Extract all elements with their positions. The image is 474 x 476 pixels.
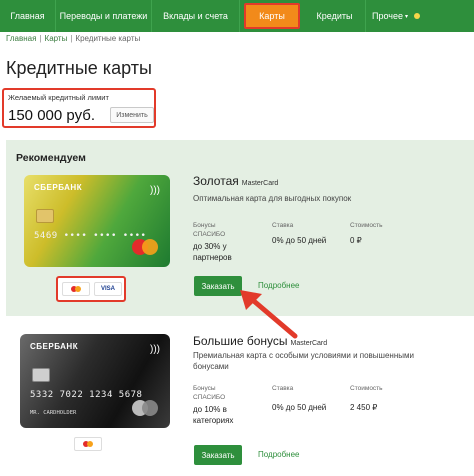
breadcrumb: Главная | Карты | Кредитные карты (6, 34, 140, 43)
cost-value: 0 ₽ (350, 236, 362, 245)
rate-value: 0% до 50 дней (272, 236, 327, 245)
card-number: 5332 7022 1234 5678 (30, 390, 143, 400)
breadcrumb-separator: | (39, 34, 42, 43)
nav-item-cards[interactable]: Карты (244, 3, 300, 29)
nav-item-transfers[interactable]: Переводы и платежи (56, 0, 152, 32)
chip-icon (36, 209, 54, 223)
rate-value: 0% до 50 дней (272, 403, 327, 412)
page: Главная Переводы и платежи Вклады и счет… (0, 0, 474, 476)
card-title[interactable]: Большие бонусы MasterCard (193, 334, 327, 348)
cost-label: Стоимость (350, 385, 383, 392)
card-holder: MR. CARDHOLDER (30, 410, 77, 416)
black-card-image[interactable]: СБЕРБАНК ))) 5332 7022 1234 5678 MR. CAR… (20, 334, 170, 428)
top-nav: Главная Переводы и платежи Вклады и счет… (0, 0, 474, 32)
visa-badge: VISA (94, 282, 122, 296)
nav-label: Карты (259, 11, 285, 21)
cost-label: Стоимость (350, 222, 383, 229)
card-description: Премиальная карта с особыми условиями и … (193, 351, 414, 371)
nav-item-more[interactable]: Прочее ▾ (366, 0, 426, 32)
bonus-value: до 10% в категориях (193, 405, 234, 425)
nav-label: Переводы и платежи (59, 11, 148, 21)
change-limit-button[interactable]: Изменить (110, 107, 154, 123)
mastercard-badge-icon (74, 437, 102, 451)
recommended-title: Рекомендуем (16, 152, 86, 164)
card-name: Большие бонусы (193, 334, 288, 348)
card-bank-logo: СБЕРБАНК (34, 183, 83, 192)
nav-label: Главная (10, 11, 45, 21)
page-title: Кредитные карты (6, 58, 152, 78)
mastercard-logo-icon (132, 400, 158, 416)
breadcrumb-cards[interactable]: Карты (45, 34, 68, 43)
card-name: Золотая (193, 174, 239, 188)
card-brand: MasterCard (290, 340, 328, 347)
mastercard-logo-icon (132, 239, 158, 255)
nav-label: Прочее (372, 11, 403, 21)
order-button[interactable]: Заказать (194, 276, 242, 296)
breadcrumb-current: Кредитные карты (75, 34, 141, 43)
breadcrumb-separator: | (70, 34, 73, 43)
nav-item-home[interactable]: Главная (0, 0, 56, 32)
bonus-value: до 30% у партнеров (193, 242, 232, 262)
breadcrumb-home[interactable]: Главная (6, 34, 36, 43)
chevron-down-icon: ▾ (404, 13, 408, 20)
mastercard-badge-icon (62, 282, 90, 296)
credit-limit-value: 150 000 руб. (8, 107, 95, 124)
nav-label: Кредиты (316, 11, 353, 21)
card-brand: MasterCard (241, 180, 279, 187)
arrow-pointer-icon (240, 290, 298, 339)
rate-label: Ставка (272, 222, 294, 229)
card-description: Оптимальная карта для выгодных покупок (193, 194, 352, 203)
cost-value: 2 450 ₽ (350, 403, 378, 412)
bonus-label: Бонусы СПАСИБО (193, 222, 226, 238)
payment-badges-box: VISA (56, 276, 126, 302)
rate-label: Ставка (272, 385, 294, 392)
nav-item-credits[interactable]: Кредиты (304, 0, 366, 32)
more-link[interactable]: Подробнее (258, 450, 300, 459)
contactless-icon: ))) (150, 344, 160, 355)
nav-label: Вклады и счета (163, 11, 228, 21)
nav-item-deposits[interactable]: Вклады и счета (152, 0, 240, 32)
chip-icon (32, 368, 50, 382)
order-button[interactable]: Заказать (194, 445, 242, 465)
card-number: 5469 •••• •••• •••• (34, 231, 147, 241)
card-title[interactable]: Золотая MasterCard (193, 174, 278, 188)
more-link[interactable]: Подробнее (258, 281, 300, 290)
contactless-icon: ))) (150, 185, 160, 196)
bonus-label: Бонусы СПАСИБО (193, 385, 226, 401)
gold-card-image[interactable]: СБЕРБАНК ))) 5469 •••• •••• •••• (24, 175, 170, 267)
card-bank-logo: СБЕРБАНК (30, 342, 79, 351)
credit-limit-label: Желаемый кредитный лимит (8, 93, 109, 102)
notification-dot-icon (414, 13, 420, 19)
credit-limit-box: Желаемый кредитный лимит 150 000 руб. Из… (2, 88, 156, 128)
